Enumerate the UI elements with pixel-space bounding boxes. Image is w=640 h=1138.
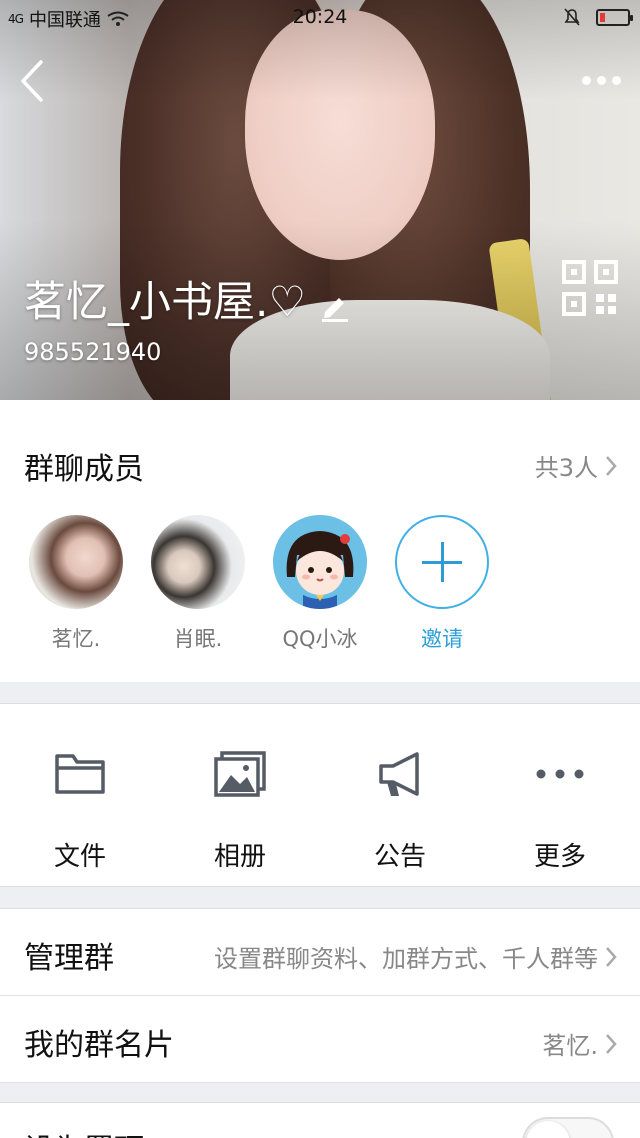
row-value: 茗忆. (542, 1032, 598, 1060)
invite-label: 邀请 (421, 627, 463, 651)
folder-icon (55, 754, 105, 794)
members-title: 群聊成员 (24, 452, 144, 487)
qr-code-icon (562, 260, 618, 316)
more-icon (581, 75, 591, 85)
member-item[interactable]: 茗忆. (28, 515, 124, 653)
back-button[interactable] (12, 56, 52, 106)
back-icon (21, 60, 43, 102)
group-name-text: 茗忆_小书屋.♡ (24, 277, 307, 326)
clock: 20:24 (292, 6, 348, 28)
megaphone-icon (379, 752, 419, 796)
tool-more[interactable]: 更多 (480, 704, 640, 888)
more-dots-icon (536, 769, 584, 779)
tool-label: 相册 (213, 842, 266, 872)
edit-name-button[interactable] (320, 283, 352, 322)
edit-icon (322, 297, 349, 322)
album-icon (214, 751, 266, 797)
more-button[interactable] (576, 62, 626, 98)
cartoon-girl-icon (273, 515, 367, 609)
row-label: 管理群 (24, 941, 114, 976)
members-section: 群聊成员 共3人 茗忆. 肖眠. QQ小冰 邀请 (0, 400, 640, 682)
group-id: 985521940 (24, 338, 162, 366)
avatar (273, 515, 367, 609)
mute-bell-icon (564, 8, 580, 26)
row-pin-top: 设为置顶 (0, 1102, 640, 1138)
members-count: 共3人 (534, 454, 598, 482)
tool-label: 文件 (53, 842, 106, 872)
tool-announcement[interactable]: 公告 (320, 704, 480, 888)
settings-list: 管理群 设置群聊资料、加群方式、千人群等 我的群名片 茗忆. (0, 908, 640, 1083)
battery-icon (596, 8, 633, 26)
members-count-link[interactable]: 共3人 (535, 448, 618, 483)
chevron-right-icon (606, 946, 617, 967)
chevron-right-icon (606, 455, 617, 476)
tool-files[interactable]: 文件 (0, 704, 160, 888)
row-value: 设置群聊资料、加群方式、千人群等 (214, 945, 598, 973)
row-label: 我的群名片 (24, 1028, 174, 1063)
invite-button[interactable]: 邀请 (394, 515, 490, 653)
status-bar: 4G 中国联通 20:24 (0, 0, 640, 34)
group-tools: 文件 相册 公告 更多 (0, 703, 640, 887)
avatar (151, 515, 245, 609)
tool-album[interactable]: 相册 (160, 704, 320, 888)
plus-icon (395, 515, 489, 609)
row-manage-group[interactable]: 管理群 设置群聊资料、加群方式、千人群等 (0, 909, 640, 996)
member-item[interactable]: 肖眠. (150, 515, 246, 653)
group-name: 茗忆_小书屋.♡ (24, 268, 352, 329)
pin-toggle[interactable] (522, 1117, 614, 1138)
member-name: QQ小冰 (282, 627, 358, 651)
member-name: 肖眠. (173, 627, 223, 651)
row-my-card[interactable]: 我的群名片 茗忆. (0, 996, 640, 1083)
tool-label: 公告 (373, 842, 426, 872)
qr-code-button[interactable] (562, 260, 618, 316)
row-label: 设为置顶 (24, 1125, 144, 1138)
member-name: 茗忆. (51, 627, 101, 651)
avatar (29, 515, 123, 609)
chevron-right-icon (606, 1033, 617, 1054)
tool-label: 更多 (533, 842, 586, 872)
member-item[interactable]: QQ小冰 (272, 515, 368, 653)
